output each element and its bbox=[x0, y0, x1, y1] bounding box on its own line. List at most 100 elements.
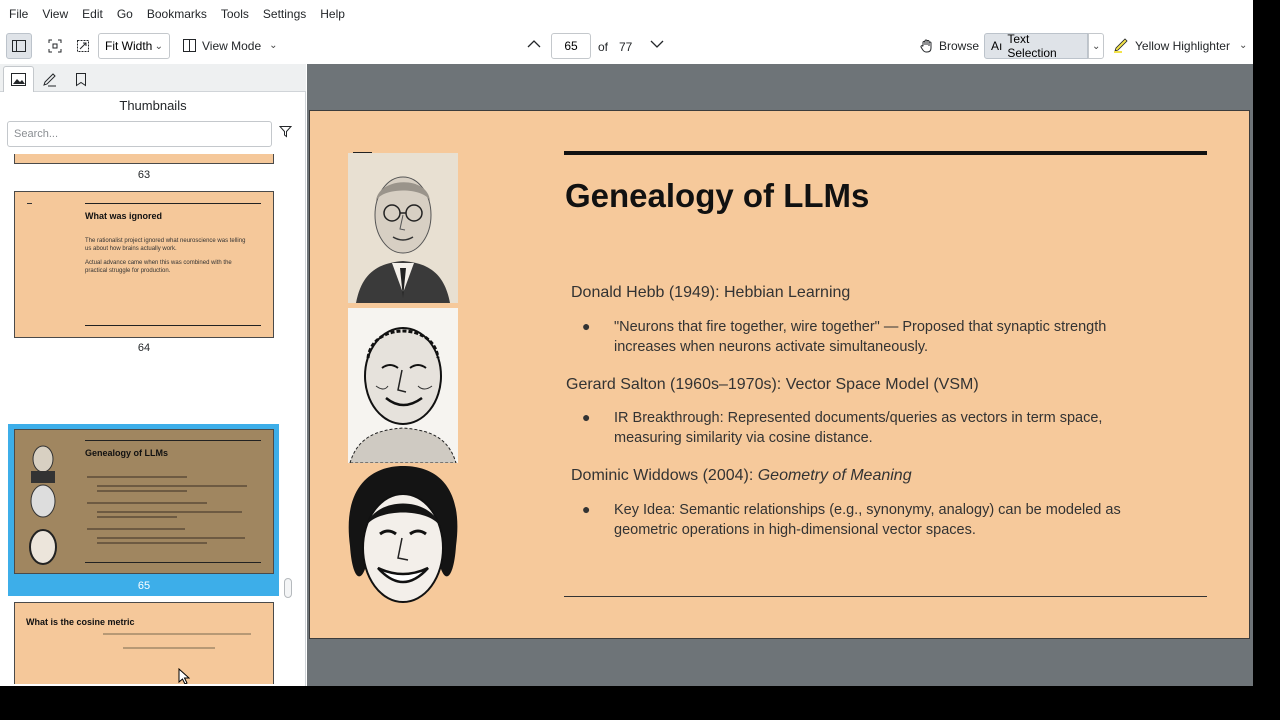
section-heading-widdows: Dominic Widdows (2004): Geometry of Mean… bbox=[571, 467, 912, 485]
menu-view[interactable]: View bbox=[35, 7, 75, 21]
chevron-down-icon bbox=[650, 40, 664, 48]
thumb-line: us about how brains actually work. bbox=[85, 246, 177, 252]
previous-page-button[interactable] bbox=[526, 36, 542, 52]
slide-rule bbox=[85, 440, 261, 441]
heading-text: Donald Hebb (1949): Hebbian Learning bbox=[571, 284, 851, 301]
thumbnail-page-64[interactable]: What was ignored The rationalist project… bbox=[14, 191, 274, 338]
slide-title: Genealogy of LLMs bbox=[565, 177, 870, 214]
bullet-hebb: "Neurons that fire together, wire togeth… bbox=[614, 317, 1106, 357]
thumb-text-line bbox=[103, 633, 251, 635]
bullet-line: "Neurons that fire together, wire togeth… bbox=[614, 319, 1107, 335]
filter-icon bbox=[278, 126, 293, 138]
bullet-line: measuring similarity via cosine distance… bbox=[614, 430, 873, 446]
thumbnail-page-number: 65 bbox=[137, 580, 151, 592]
slide-top-rule bbox=[564, 151, 1207, 155]
menu-go[interactable]: Go bbox=[110, 7, 140, 21]
sidebar-toggle-button[interactable] bbox=[6, 33, 32, 59]
zoom-value: Fit Width bbox=[105, 39, 153, 53]
thumb-text-line bbox=[97, 542, 207, 544]
bullet-line: Key Idea: Semantic relationships (e.g., … bbox=[614, 502, 1121, 518]
menu-edit[interactable]: Edit bbox=[75, 7, 110, 21]
main-toolbar: Fit Width ⌄ View Mode ⌄ 65 of 77 Browse … bbox=[0, 28, 1253, 64]
thumbnail-page-number: 63 bbox=[137, 169, 151, 181]
cursor-icon bbox=[178, 668, 190, 684]
thumb-line: The rationalist project ignored what neu… bbox=[85, 238, 246, 244]
thumbnail-page-63[interactable] bbox=[14, 154, 274, 164]
slide-rule bbox=[85, 203, 261, 204]
menu-tools[interactable]: Tools bbox=[214, 7, 256, 21]
thumb-text-line bbox=[97, 537, 245, 539]
chevron-down-icon: ⌄ bbox=[154, 40, 163, 52]
menu-settings[interactable]: Settings bbox=[256, 7, 313, 21]
selection-mode-dropdown[interactable]: ⌄ bbox=[1088, 33, 1104, 59]
browse-label: Browse bbox=[939, 38, 980, 53]
slide-bottom-rule bbox=[564, 596, 1207, 597]
thumbnail-search-input[interactable]: Search... bbox=[7, 121, 272, 147]
page-number-input[interactable]: 65 bbox=[551, 33, 591, 59]
section-heading-salton: Gerard Salton (1960s–1970s): Vector Spac… bbox=[566, 376, 979, 394]
bullet-widdows: Key Idea: Semantic relationships (e.g., … bbox=[614, 500, 1121, 540]
view-mode-icon bbox=[183, 39, 196, 52]
thumbnail-page-65[interactable]: Genealogy of LLMs bbox=[14, 429, 274, 574]
text-selection-tool-button[interactable]: Aı Text Selection bbox=[984, 32, 1088, 60]
tab-annotations[interactable] bbox=[34, 66, 65, 92]
menu-bar: File View Edit Go Bookmarks Tools Settin… bbox=[0, 0, 1253, 28]
thumbnail-page-66[interactable]: What is the cosine metric bbox=[14, 602, 274, 684]
thumb-text-line bbox=[97, 490, 187, 492]
menu-help[interactable]: Help bbox=[313, 7, 352, 21]
view-mode-button[interactable]: View Mode ⌄ bbox=[182, 38, 278, 53]
highlighter-label: Yellow Highlighter bbox=[1135, 38, 1230, 53]
document-view[interactable]: Genealogy of LLMs Donald Hebb (1949): He… bbox=[307, 64, 1253, 686]
thumbnail-page-number: 64 bbox=[137, 342, 151, 354]
text-selection-label: Text Selection bbox=[1007, 32, 1057, 60]
hand-icon bbox=[920, 39, 932, 53]
thumb-title: Genealogy of LLMs bbox=[85, 448, 169, 458]
bullet-dot: ● bbox=[582, 501, 591, 517]
bullet-dot: ● bbox=[582, 409, 591, 425]
menu-file[interactable]: File bbox=[2, 7, 35, 21]
text-cursor-icon: Aı bbox=[991, 39, 1003, 53]
thumb-text-line bbox=[87, 502, 207, 504]
slide-rule bbox=[85, 562, 261, 563]
zoom-fit-icon bbox=[48, 39, 62, 53]
bullet-line: IR Breakthrough: Represented documents/q… bbox=[614, 410, 1103, 426]
thumb-title: What was ignored bbox=[85, 211, 163, 221]
thumb-text-line bbox=[87, 528, 185, 530]
slide-mark bbox=[27, 203, 32, 204]
pen-icon bbox=[43, 72, 56, 86]
fit-page-button[interactable] bbox=[42, 33, 68, 59]
thumb-text-line bbox=[97, 485, 247, 487]
image-icon bbox=[11, 73, 26, 86]
zoom-width-icon bbox=[77, 40, 89, 52]
panel-title: Thumbnails bbox=[119, 98, 187, 113]
bullet-salton: IR Breakthrough: Represented documents/q… bbox=[614, 408, 1102, 448]
browse-tool-button[interactable]: Browse bbox=[919, 38, 979, 53]
thumb-line: practical struggle for production. bbox=[85, 268, 171, 274]
slide-rule bbox=[85, 325, 261, 326]
view-mode-label: View Mode bbox=[202, 38, 262, 53]
highlighter-tool-button[interactable]: Yellow Highlighter ⌄ bbox=[1113, 38, 1247, 53]
sidebar-icon bbox=[12, 40, 26, 52]
thumb-text-line bbox=[97, 516, 177, 518]
heading-text: Dominic Widdows (2004): bbox=[571, 467, 758, 484]
bullet-line: geometric operations in high-dimensional… bbox=[614, 522, 976, 538]
menu-bookmarks[interactable]: Bookmarks bbox=[140, 7, 214, 21]
filter-button[interactable] bbox=[278, 125, 293, 143]
highlighter-icon bbox=[1114, 38, 1128, 53]
portrait-thumbnails bbox=[29, 445, 57, 565]
zoom-select[interactable]: Fit Width ⌄ bbox=[98, 33, 170, 59]
heading-text: Gerard Salton (1960s–1970s): Vector Spac… bbox=[566, 376, 979, 393]
fit-width-toggle-button[interactable] bbox=[70, 33, 96, 59]
page-total-label: 77 bbox=[619, 40, 633, 54]
next-page-button[interactable] bbox=[649, 36, 665, 52]
tab-thumbnails[interactable] bbox=[3, 66, 34, 92]
bullet-dot: ● bbox=[582, 318, 591, 334]
thumb-text-line bbox=[87, 476, 187, 478]
thumb-title: What is the cosine metric bbox=[26, 617, 135, 627]
chevron-down-icon: ⌄ bbox=[1238, 40, 1248, 51]
thumb-line: Actual advance came when this was combin… bbox=[85, 260, 232, 266]
page-number-value: 65 bbox=[564, 39, 578, 53]
portrait-gerard-salton bbox=[348, 308, 458, 463]
tab-bookmarks[interactable] bbox=[65, 66, 96, 92]
sidebar-scrollbar-handle[interactable] bbox=[284, 578, 292, 598]
